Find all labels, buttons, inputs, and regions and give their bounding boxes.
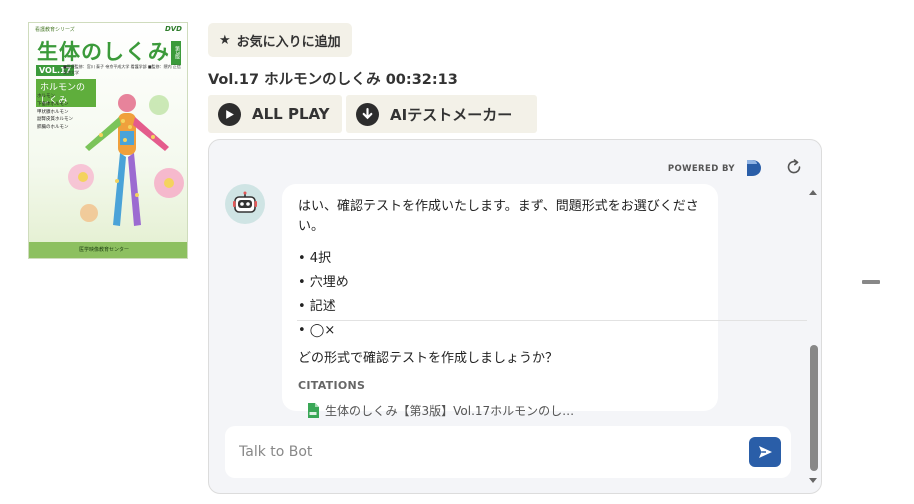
- human-figure-illustration: [68, 94, 184, 226]
- option-item: • 穴埋め: [298, 275, 349, 290]
- cover-dvd-label: DVD: [164, 25, 182, 33]
- download-arrow-icon: [356, 102, 379, 126]
- cover-publisher: 医学映像教育センター: [79, 247, 130, 253]
- chat-input[interactable]: [239, 441, 719, 463]
- scroll-down-arrow-icon[interactable]: [809, 478, 817, 483]
- option-item: • ◯×: [298, 323, 336, 338]
- add-to-favorites-button[interactable]: ★ お気に入りに追加: [208, 23, 352, 57]
- powered-by-label: POWERED BY: [667, 164, 735, 174]
- ai-test-maker-label: AIテストメーカー: [390, 105, 513, 124]
- provider-logo-icon: [747, 160, 761, 176]
- video-title: Vol.17 ホルモンのしくみ 00:32:13: [208, 72, 458, 88]
- star-icon: ★: [219, 32, 231, 48]
- option-item: • 記述: [298, 299, 336, 314]
- ai-test-maker-button[interactable]: AIテストメーカー: [346, 95, 537, 133]
- send-button[interactable]: [749, 437, 781, 467]
- chatbot-panel: POWERED BY はい、確認テストを作成いたします。まず、問題形式をお選びく…: [208, 139, 822, 494]
- message-question: どの形式で確認テストを作成しましょうか？: [298, 351, 559, 366]
- robot-icon: [233, 191, 257, 213]
- favorite-label: お気に入りに追加: [236, 34, 341, 50]
- all-play-label: ALL PLAY: [252, 105, 330, 123]
- citations-divider: [297, 320, 807, 321]
- message-intro: はい、確認テストを作成いたします。まず、問題形式をお選びください。: [298, 199, 699, 234]
- all-play-button[interactable]: ALL PLAY: [208, 95, 342, 133]
- cover-series: 看護教育シリーズ: [35, 27, 75, 33]
- refresh-icon[interactable]: [785, 158, 803, 176]
- bot-avatar: [225, 184, 265, 224]
- cover-edition: 第3版: [171, 41, 181, 65]
- citation-text: 生体のしくみ【第3版】Vol.17ホルモンのし…: [325, 404, 575, 418]
- dvd-cover-image: 看護教育シリーズ DVD 生体のしくみ 第3版 VOL.17 ■医療監修：宮川 …: [28, 22, 188, 259]
- chat-input-container: [225, 426, 791, 478]
- cover-title: 生体のしくみ: [37, 40, 170, 64]
- document-icon: [308, 403, 319, 418]
- option-item: • 4択: [298, 251, 332, 266]
- cover-authors: ■医療監修：宮川 泰子 帝京平成大学 看護学部 ■監修：隈内 正信 東京大学: [63, 64, 181, 75]
- send-icon: [759, 446, 772, 458]
- citations-label: CITATIONS: [298, 379, 366, 392]
- play-icon: [218, 102, 241, 126]
- citation-link[interactable]: 生体のしくみ【第3版】Vol.17ホルモンのし…: [298, 402, 702, 419]
- scrollbar-thumb[interactable]: [810, 345, 818, 471]
- bot-message-bubble: はい、確認テストを作成いたします。まず、問題形式をお選びください。 • 4択 •…: [282, 184, 718, 418]
- page: 看護教育シリーズ DVD 生体のしくみ 第3版 VOL.17 ■医療監修：宮川 …: [0, 0, 914, 504]
- scroll-up-arrow-icon[interactable]: [809, 190, 817, 195]
- minimize-icon[interactable]: [862, 280, 880, 284]
